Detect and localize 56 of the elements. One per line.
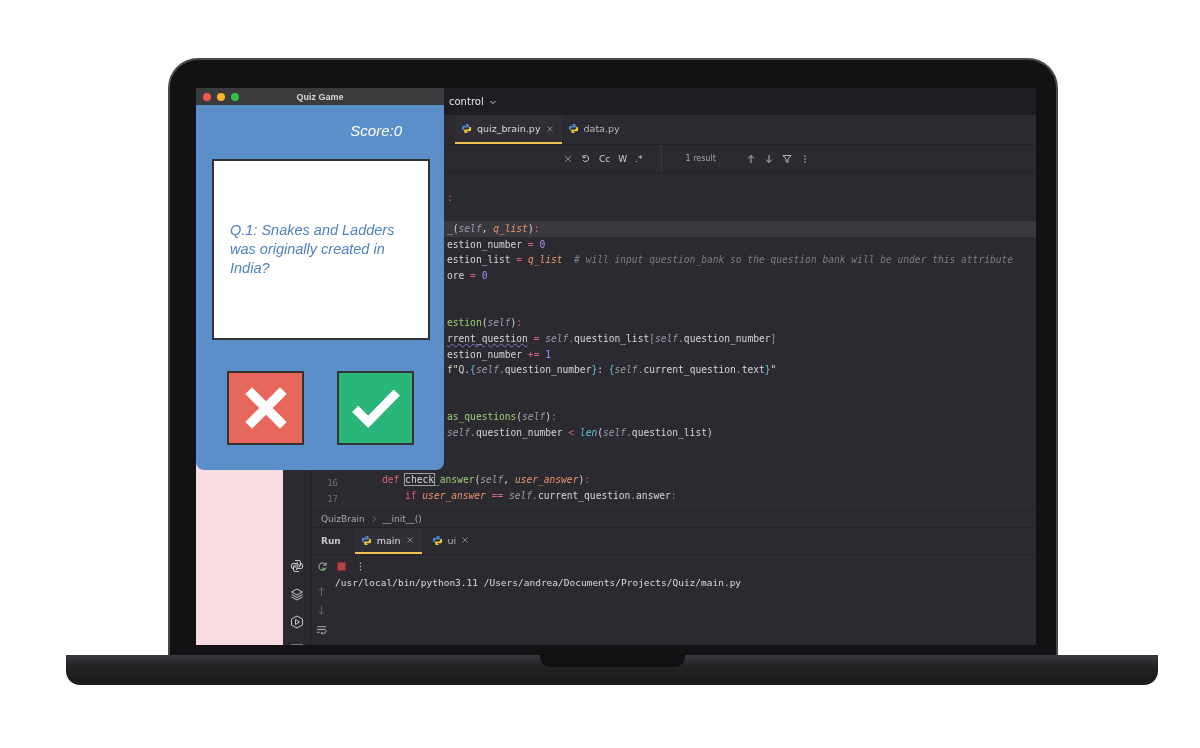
console-output: /usr/local/bin/python3.11 /Users/andrea/Documents/Projects/Quiz/main.py xyxy=(335,577,742,588)
file-tab[interactable]: quiz_brain.py xyxy=(455,115,562,144)
wrap-icon[interactable] xyxy=(316,624,327,635)
minimize-button[interactable] xyxy=(217,92,225,101)
filter-icon[interactable] xyxy=(781,153,792,164)
search-option[interactable]: .* xyxy=(635,153,643,164)
up-arrow-icon[interactable] xyxy=(316,586,327,597)
python-file-icon xyxy=(431,534,443,546)
stop-icon[interactable] xyxy=(336,561,347,572)
clear-icon[interactable] xyxy=(563,153,573,164)
close-icon[interactable] xyxy=(545,124,554,133)
window-title: Quiz Game xyxy=(296,91,344,102)
rerun-icon[interactable] xyxy=(317,561,328,572)
run-tab[interactable]: main xyxy=(354,528,422,554)
code-line: as_questions(self): xyxy=(447,410,557,425)
tool-window-title: Run xyxy=(321,535,341,548)
true-button[interactable] xyxy=(337,371,414,445)
code-line: self.question_number < len(self.question_list) xyxy=(447,426,713,441)
zoom-button[interactable] xyxy=(231,92,239,101)
layers-icon[interactable] xyxy=(289,587,304,601)
python-file-icon xyxy=(567,123,579,134)
code-line: : xyxy=(447,190,453,205)
chevron-right-icon xyxy=(370,515,377,523)
up-arrow-icon[interactable] xyxy=(745,153,756,164)
question-text: Q.1: Snakes and Ladders was originally created in India? xyxy=(230,221,396,278)
false-button[interactable] xyxy=(227,371,304,445)
history-icon[interactable] xyxy=(581,153,591,164)
file-tab[interactable]: data.py xyxy=(561,115,628,144)
close-button[interactable] xyxy=(203,92,211,101)
code-line: estion_number += 1 xyxy=(447,347,551,363)
code-line: f"Q.{self.question_number}: {self.current_question.text}" xyxy=(447,363,777,378)
score-label: Score:0 xyxy=(350,122,402,139)
python-icon[interactable] xyxy=(289,559,304,573)
breadcrumb-item[interactable]: __init__() xyxy=(382,514,422,524)
python-file-icon xyxy=(360,534,372,546)
code-line: estion(self): xyxy=(447,316,523,331)
close-icon[interactable] xyxy=(405,536,414,544)
close-icon[interactable] xyxy=(461,536,470,544)
vcs-menu[interactable]: control xyxy=(449,96,497,107)
code-line: _(self, q_list): xyxy=(447,222,540,237)
result-count: 1 result xyxy=(685,154,716,163)
down-arrow-icon[interactable] xyxy=(316,605,327,616)
line-number: 17 xyxy=(327,493,338,504)
run-tab[interactable]: ui xyxy=(425,528,478,554)
code-line: ore = 0 xyxy=(447,269,488,284)
down-arrow-icon[interactable] xyxy=(763,153,774,164)
code-line: if user_answer == self.current_question.answer: xyxy=(405,488,677,504)
code-line: estion_number = 0 xyxy=(447,237,546,253)
run-icon[interactable] xyxy=(289,615,304,629)
breadcrumb-item[interactable]: QuizBrain xyxy=(321,514,365,524)
search-option[interactable]: Cc xyxy=(599,153,611,164)
code-line: estion_list = q_list # will input question_bank so the question bank will be under this attribute xyxy=(447,253,1014,268)
code-line: rrent_question = self.question_list[self.question_number] xyxy=(447,331,777,347)
python-file-icon xyxy=(461,123,472,134)
line-number: 16 xyxy=(327,478,338,489)
search-option[interactable]: W xyxy=(618,153,628,164)
